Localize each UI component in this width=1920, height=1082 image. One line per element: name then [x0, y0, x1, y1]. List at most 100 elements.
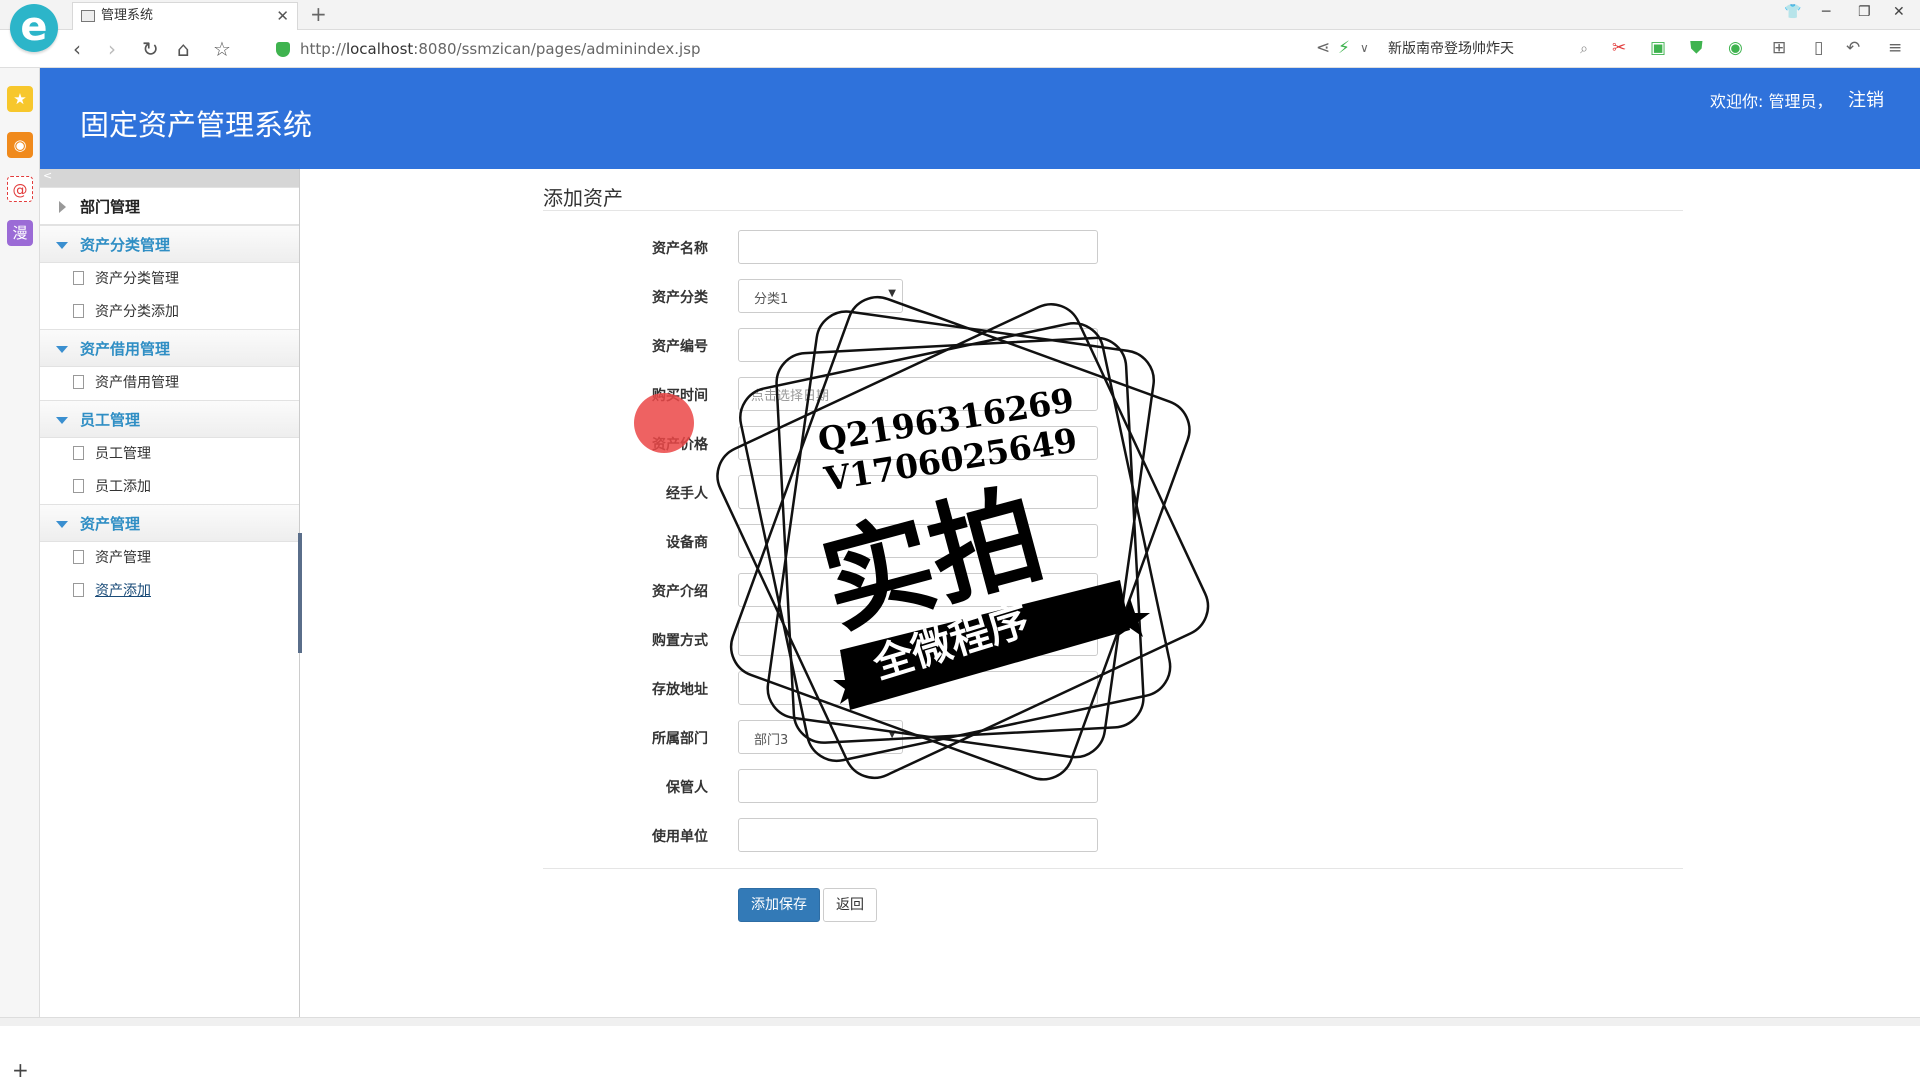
share-icon[interactable]: ⋖	[1316, 38, 1330, 58]
menu-icon[interactable]: ≡	[1888, 38, 1902, 58]
menu-collapse-bar[interactable]: <	[40, 169, 299, 187]
scissors-icon[interactable]: ✂	[1612, 38, 1626, 58]
document-icon	[73, 550, 84, 564]
menu-group-asset-borrow[interactable]: 资产借用管理	[40, 329, 299, 367]
admin-menu: < 部门管理 资产分类管理 资产分类管理 资产分类添加 资产借用管理 资产借用管…	[40, 169, 300, 1017]
menu-item-label: 员工添加	[95, 479, 151, 495]
label-asset-intro: 资产介绍	[652, 584, 708, 600]
divider	[543, 210, 1683, 211]
minimize-icon[interactable]: ─	[1822, 4, 1830, 20]
label-location: 存放地址	[652, 682, 708, 698]
label-keeper: 保管人	[666, 780, 708, 796]
menu-item-label: 资产分类管理	[95, 271, 179, 287]
label-department: 所属部门	[652, 731, 708, 747]
menu-group-employee[interactable]: 员工管理	[40, 400, 299, 438]
favorites-star-icon[interactable]: ★	[7, 86, 33, 112]
forward-icon[interactable]: ›	[108, 37, 116, 61]
menu-group-asset-category[interactable]: 资产分类管理	[40, 225, 299, 263]
restore-icon[interactable]: ❐	[1858, 4, 1871, 20]
shield-icon[interactable]: ⛊	[1690, 38, 1703, 58]
page-title: 添加资产	[543, 186, 623, 210]
click-indicator	[634, 393, 694, 453]
browser-logo-icon[interactable]: e	[10, 4, 58, 52]
menu-item-category-add[interactable]: 资产分类添加	[40, 296, 299, 329]
lightning-icon[interactable]: ⚡	[1338, 38, 1350, 58]
menu-item-asset-manage[interactable]: 资产管理	[40, 542, 299, 575]
translate-icon[interactable]: ▣	[1650, 38, 1666, 58]
browser-nav-bar: ‹ › ↻ ⌂ ☆ http://localhost:8080/ssmzican…	[0, 30, 1920, 68]
address-bar[interactable]: http://localhost:8080/ssmzican/pages/adm…	[272, 35, 1302, 63]
menu-item-label: 资产借用管理	[95, 375, 179, 391]
menu-group-label: 资产管理	[80, 515, 141, 533]
comic-icon[interactable]: 漫	[7, 220, 33, 246]
secure-shield-icon	[276, 42, 290, 57]
menu-item-employee-manage[interactable]: 员工管理	[40, 438, 299, 471]
use-unit-input[interactable]	[738, 818, 1098, 852]
menu-item-employee-add[interactable]: 员工添加	[40, 471, 299, 504]
close-window-icon[interactable]: ✕	[1893, 4, 1905, 20]
bookmark-star-icon[interactable]: ☆	[213, 37, 231, 61]
page-favicon-icon	[81, 10, 95, 22]
document-icon	[73, 304, 84, 318]
browser-tab-bar: 管理系统 ✕ + 👕 ─ ❐ ✕	[0, 0, 1920, 30]
asset-name-input[interactable]	[738, 230, 1098, 264]
menu-group-label: 员工管理	[80, 411, 141, 429]
label-handler: 经手人	[666, 486, 708, 502]
browser-status-bar	[0, 1017, 1920, 1026]
search-icon[interactable]: ⌕	[1580, 35, 1588, 63]
expand-arrow-icon	[59, 201, 66, 213]
label-use-unit: 使用单位	[652, 829, 708, 845]
dropdown-chevron-icon[interactable]: ∨	[1360, 41, 1369, 55]
tablet-icon[interactable]: ▯	[1814, 38, 1823, 58]
search-text: 新版南帝登场帅炸天	[1388, 41, 1514, 57]
undo-icon[interactable]: ↶	[1846, 38, 1860, 58]
apps-grid-icon[interactable]: ⊞	[1772, 38, 1786, 58]
collapse-arrow-icon	[56, 346, 68, 353]
url-prefix: http://	[300, 40, 346, 58]
game-icon[interactable]: ◉	[1728, 38, 1743, 58]
collapse-arrow-icon	[56, 521, 68, 528]
collapse-arrow-icon	[56, 242, 68, 249]
menu-item-asset-add[interactable]: 资产添加	[40, 575, 299, 608]
home-icon[interactable]: ⌂	[177, 37, 190, 61]
label-asset-category: 资产分类	[652, 290, 708, 306]
document-icon	[73, 446, 84, 460]
menu-group-asset[interactable]: 资产管理	[40, 504, 299, 542]
system-title: 固定资产管理系统	[80, 108, 313, 142]
menu-group-department[interactable]: 部门管理	[40, 187, 299, 225]
menu-group-label: 部门管理	[80, 198, 141, 216]
url-path: :8080/ssmzican/pages/adminindex.jsp	[413, 40, 701, 58]
menu-item-label: 员工管理	[95, 446, 151, 462]
skin-icon[interactable]: 👕	[1784, 4, 1801, 20]
back-button[interactable]: 返回	[823, 888, 877, 922]
add-panel-icon[interactable]: +	[12, 1058, 29, 1082]
save-button[interactable]: 添加保存	[738, 888, 820, 922]
mail-icon[interactable]: @	[7, 176, 33, 202]
back-icon[interactable]: ‹	[73, 37, 81, 61]
label-asset-name: 资产名称	[652, 241, 708, 257]
menu-item-label: 资产添加	[95, 583, 151, 599]
label-purchase-method: 购置方式	[652, 633, 708, 649]
menu-group-label: 资产分类管理	[80, 236, 171, 254]
close-tab-icon[interactable]: ✕	[276, 3, 289, 29]
label-supplier: 设备商	[666, 535, 708, 551]
document-icon	[73, 583, 84, 597]
document-icon	[73, 479, 84, 493]
tab-title: 管理系统	[101, 8, 154, 23]
browser-tab[interactable]: 管理系统 ✕	[72, 2, 298, 30]
weibo-icon[interactable]: ◉	[7, 132, 33, 158]
collapse-arrow-icon	[56, 417, 68, 424]
menu-item-category-manage[interactable]: 资产分类管理	[40, 263, 299, 296]
url-host: localhost	[345, 40, 414, 58]
new-tab-icon[interactable]: +	[310, 2, 327, 26]
welcome-text: 欢迎你: 管理员，	[1710, 92, 1833, 111]
logout-link[interactable]: 注销	[1848, 86, 1884, 112]
app-header: 固定资产管理系统 欢迎你: 管理员， 注销	[40, 68, 1920, 169]
document-icon	[73, 271, 84, 285]
menu-item-borrow-manage[interactable]: 资产借用管理	[40, 367, 299, 400]
label-asset-code: 资产编号	[652, 339, 708, 355]
search-box[interactable]: 新版南帝登场帅炸天 ⌕	[1388, 35, 1588, 63]
menu-scroll-handle[interactable]	[298, 533, 302, 653]
menu-group-label: 资产借用管理	[80, 340, 171, 358]
refresh-icon[interactable]: ↻	[142, 37, 159, 61]
